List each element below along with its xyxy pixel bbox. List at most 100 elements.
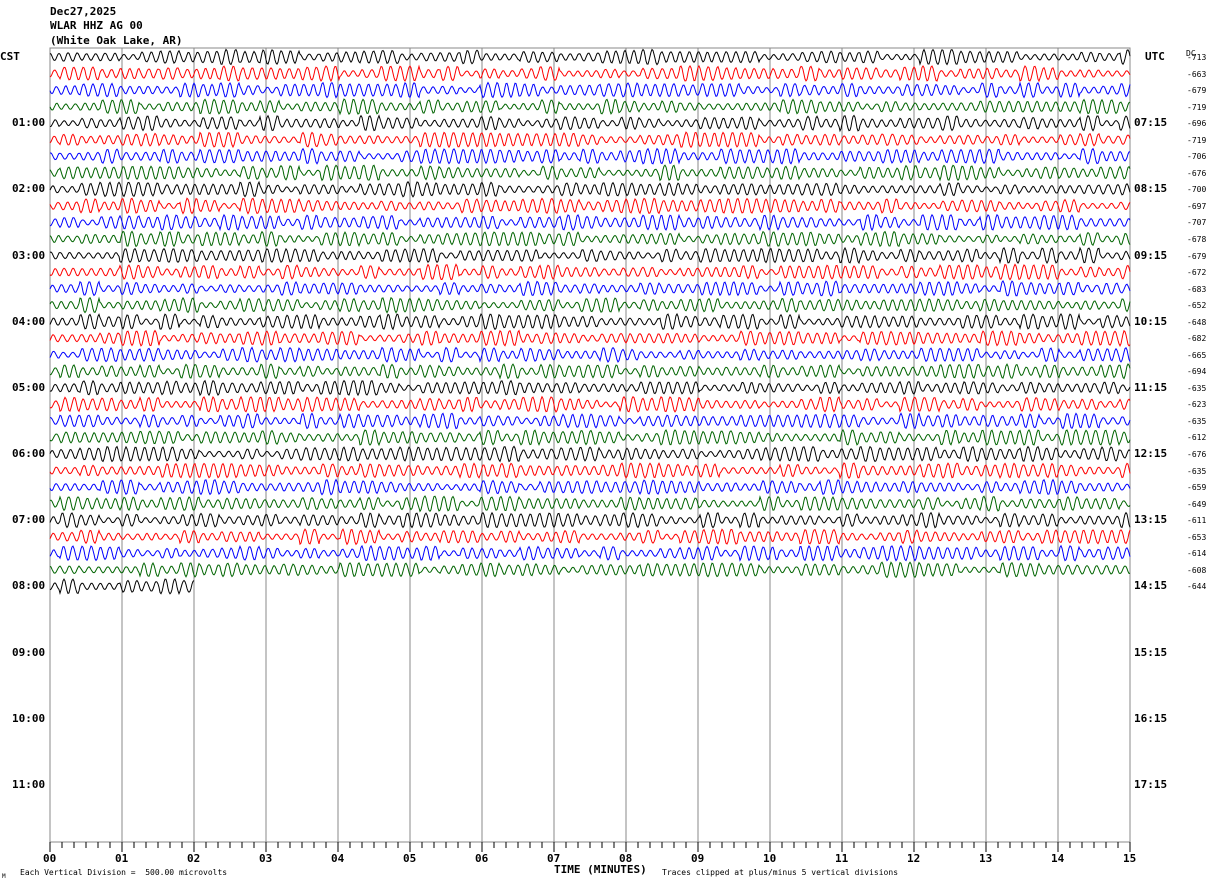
dc-offset-label: -707: [1187, 218, 1207, 228]
right-hour-label: 10:15: [1134, 314, 1168, 328]
dc-offset-label: -652: [1187, 301, 1207, 311]
right-hour-label: 11:15: [1134, 380, 1168, 394]
seismic-trace: [49, 528, 1131, 546]
seismic-trace: [49, 279, 1131, 297]
x-tick-label: 12: [907, 852, 921, 865]
x-tick-label: 05: [403, 852, 417, 865]
dc-offset-label: -672: [1187, 268, 1207, 278]
dc-offset-label: -679: [1187, 86, 1207, 96]
left-hour-label: 02:00: [12, 182, 46, 196]
right-hour-label: 14:15: [1134, 579, 1168, 593]
dc-offset-label: -612: [1187, 433, 1207, 443]
dc-offset-label: -676: [1187, 168, 1207, 178]
right-hour-label: 08:15: [1134, 182, 1168, 196]
seismic-trace: [49, 213, 1131, 232]
dc-offset-label: -635: [1187, 466, 1207, 476]
clip-note: Traces clipped at plus/minus 5 vertical …: [662, 868, 899, 877]
left-hour-label: 07:00: [12, 513, 46, 527]
right-hour-label: 17:15: [1134, 777, 1168, 791]
seismic-trace: [49, 48, 1131, 66]
seismic-trace: [49, 114, 1131, 133]
seismic-trace: [49, 296, 1131, 314]
dc-offset-label: -696: [1187, 119, 1207, 129]
seismic-trace: [49, 329, 1131, 347]
dc-offset-label: -611: [1187, 516, 1207, 526]
dc-offset-label: -700: [1187, 185, 1207, 195]
dc-offset-label: -679: [1187, 251, 1207, 261]
left-hour-label: 09:00: [12, 645, 46, 659]
seismic-trace: [49, 346, 1131, 364]
seismic-trace: [49, 197, 1131, 215]
seismic-trace: [49, 511, 1131, 529]
seismic-trace: [49, 561, 1131, 579]
x-axis-label: TIME (MINUTES): [554, 863, 647, 876]
seismic-trace: [49, 395, 1131, 413]
seismic-trace: [49, 98, 1131, 116]
dc-offset-label: -648: [1187, 317, 1207, 327]
dc-offset-label: -644: [1187, 582, 1207, 592]
left-hour-label: 11:00: [12, 777, 46, 791]
seismic-trace: [50, 147, 1131, 165]
dc-offset-label: -659: [1187, 483, 1207, 493]
seismic-trace: [49, 379, 1131, 397]
dc-offset-label: -614: [1187, 549, 1207, 559]
x-tick-label: 15: [1123, 852, 1137, 865]
left-hour-label: 10:00: [12, 711, 46, 725]
dc-offset-label: -683: [1187, 284, 1207, 294]
dc-offset-label: -608: [1187, 565, 1207, 575]
seismic-trace: [49, 263, 1131, 281]
scale-note: Each Vertical Division = 500.00 microvol…: [20, 868, 228, 877]
seismic-trace: [49, 478, 1131, 496]
left-hour-label: 05:00: [12, 380, 46, 394]
seismic-trace: [49, 64, 1131, 83]
dc-offset-label: -713: [1187, 53, 1207, 62]
corner-mark: M: [2, 873, 6, 880]
x-tick-label: 13: [979, 852, 993, 865]
right-hour-label: 15:15: [1134, 645, 1168, 659]
seismic-trace: [49, 428, 1131, 447]
right-hour-label: 07:15: [1134, 116, 1168, 130]
seismic-trace: [49, 246, 1131, 265]
seismic-trace: [49, 230, 1131, 248]
x-tick-label: 01: [115, 852, 129, 865]
dc-offset-label: -719: [1187, 135, 1207, 145]
seismic-trace: [49, 462, 1131, 480]
seismic-trace: [49, 495, 1131, 513]
seismic-trace: [49, 81, 1131, 99]
dc-offset-label: -649: [1187, 499, 1207, 509]
x-tick-label: 10: [763, 852, 777, 865]
dc-offset-label: -665: [1187, 350, 1207, 360]
helicorder-plot: [49, 47, 1131, 852]
dc-offset-label: -623: [1187, 400, 1207, 410]
seismic-trace: [49, 363, 1131, 380]
x-tick-label: 03: [259, 852, 273, 865]
dc-offset-label: -635: [1187, 416, 1207, 426]
seismic-trace: [49, 544, 1131, 562]
left-hour-label: 01:00: [12, 116, 46, 130]
left-hour-label: 03:00: [12, 248, 46, 262]
right-hour-label: 12:15: [1134, 447, 1168, 460]
dc-offset-label: -719: [1187, 102, 1207, 112]
seismic-trace: [49, 164, 1131, 182]
dc-offset-label: -678: [1187, 234, 1207, 244]
right-hour-label: 13:15: [1134, 513, 1168, 527]
left-hour-label: 08:00: [12, 579, 46, 593]
dc-offset-label: -663: [1187, 69, 1207, 79]
x-tick-label: 11: [835, 852, 849, 865]
dc-offset-label: -653: [1187, 532, 1207, 542]
x-tick-label: 00: [43, 852, 57, 865]
right-hour-label: 16:15: [1134, 711, 1168, 725]
dc-offset-label: -694: [1187, 367, 1207, 377]
seismic-trace: [49, 131, 1131, 149]
seismic-trace: [49, 445, 1131, 463]
x-tick-label: 14: [1051, 852, 1065, 865]
left-hour-label: 06:00: [12, 447, 46, 460]
right-hour-label: 09:15: [1134, 248, 1168, 262]
seismic-trace: [49, 411, 1131, 430]
left-hour-label: 04:00: [12, 314, 46, 328]
dc-offset-label: -682: [1187, 334, 1207, 344]
dc-offset-label: -706: [1187, 152, 1207, 162]
dc-offset-label: -697: [1187, 201, 1207, 211]
x-tick-label: 04: [331, 852, 345, 865]
dc-offset-label: -635: [1187, 383, 1207, 393]
